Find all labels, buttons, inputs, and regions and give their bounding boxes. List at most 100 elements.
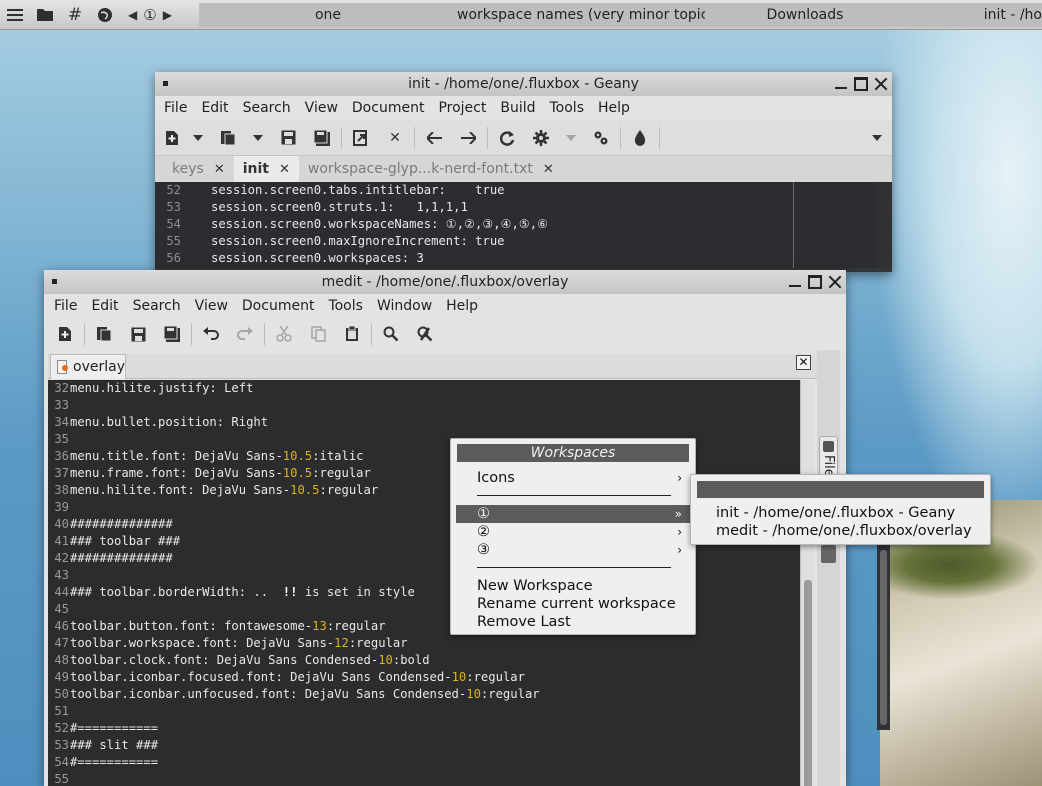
- open-file-icon[interactable]: [87, 319, 121, 349]
- current-workspace-label[interactable]: ①: [143, 6, 156, 24]
- menu-title: Workspaces: [457, 444, 689, 462]
- chevron-down-icon[interactable]: [862, 123, 892, 153]
- folder-icon[interactable]: [30, 0, 60, 30]
- tab-workspace-glyphs[interactable]: workspace-glyp...k-nerd-font.txt ✕: [299, 156, 563, 182]
- window-menu-icon[interactable]: [163, 81, 168, 86]
- close-icon[interactable]: ✕: [543, 162, 554, 177]
- vertical-scrollbar[interactable]: [800, 380, 814, 786]
- minimize-icon[interactable]: [788, 275, 802, 289]
- code-text: #===========: [70, 721, 159, 735]
- menu-help[interactable]: Help: [439, 294, 485, 318]
- menu-item-workspace-2[interactable]: ② ›: [456, 523, 690, 541]
- prev-workspace-icon[interactable]: ◀: [128, 8, 137, 22]
- taskbar-task[interactable]: Downloads: [705, 3, 905, 27]
- back-arrow-icon[interactable]: [417, 123, 451, 153]
- menu-edit[interactable]: Edit: [194, 96, 235, 120]
- code-text: :regular: [480, 687, 540, 701]
- menu-item-workspace-3[interactable]: ③ ›: [456, 541, 690, 559]
- window-title: medit - /home/one/.fluxbox/overlay: [321, 274, 569, 290]
- medit-body: overlay ✕ 32 menu.hilite.justify: Left 33 3…: [44, 350, 846, 786]
- open-file-icon[interactable]: [211, 123, 245, 153]
- new-file-icon[interactable]: [159, 123, 185, 153]
- menu-item-icons[interactable]: Icons ›: [456, 469, 690, 487]
- save-icon[interactable]: [121, 319, 155, 349]
- menu-project[interactable]: Project: [431, 96, 493, 120]
- menu-search[interactable]: Search: [236, 96, 298, 120]
- forward-arrow-icon[interactable]: [451, 123, 485, 153]
- save-as-icon[interactable]: [155, 319, 189, 349]
- submenu-item-window[interactable]: init - /home/one/.fluxbox - Geany: [716, 504, 955, 522]
- taskbar-task[interactable]: init - /ho: [905, 3, 1042, 27]
- menu-file[interactable]: File: [47, 294, 84, 318]
- taskbar-task[interactable]: one: [199, 3, 457, 27]
- close-icon[interactable]: ✕: [214, 162, 225, 177]
- taskbar-task[interactable]: workspace names (very minor topic) - P: [457, 3, 705, 27]
- code-text: session.screen0.workspaces: 3: [211, 251, 424, 265]
- tab-overlay[interactable]: overlay: [50, 354, 126, 379]
- geany-titlebar[interactable]: init - /home/one/.fluxbox - Geany: [155, 72, 892, 96]
- menu-tools[interactable]: Tools: [543, 96, 592, 120]
- scrollbar-thumb[interactable]: [804, 580, 812, 786]
- menu-edit[interactable]: Edit: [84, 294, 125, 318]
- code-text: ### toolbar ###: [70, 534, 181, 548]
- new-file-icon[interactable]: [48, 319, 82, 349]
- geany-editor[interactable]: 52 session.screen0.tabs.intitlebar: true 5…: [155, 182, 892, 268]
- maximize-icon[interactable]: [854, 77, 868, 91]
- line-number: 53: [54, 738, 69, 752]
- search-icon[interactable]: [374, 319, 408, 349]
- chevron-down-icon[interactable]: [245, 123, 271, 153]
- save-all-icon[interactable]: [305, 123, 339, 153]
- close-icon[interactable]: ✕: [279, 162, 290, 177]
- undo-icon[interactable]: [194, 319, 228, 349]
- number-token: 12: [334, 636, 349, 650]
- menu-item-workspace-1[interactable]: ① »: [456, 505, 690, 523]
- hashtag-icon[interactable]: #: [60, 0, 90, 30]
- vertical-scrollbar[interactable]: [877, 182, 892, 268]
- submenu-item-window[interactable]: medit - /home/one/.fluxbox/overlay: [716, 522, 972, 540]
- close-icon[interactable]: [828, 275, 842, 289]
- revert-icon[interactable]: [344, 123, 378, 153]
- tab-init[interactable]: init ✕: [233, 156, 299, 182]
- menu-file[interactable]: File: [157, 96, 194, 120]
- next-workspace-icon[interactable]: ▶: [163, 8, 172, 22]
- build-gear-icon[interactable]: [524, 123, 558, 153]
- minimize-icon[interactable]: [834, 77, 848, 91]
- run-gears-icon[interactable]: [584, 123, 618, 153]
- menu-window[interactable]: Window: [370, 294, 439, 318]
- maximize-icon[interactable]: [808, 275, 822, 289]
- close-icon[interactable]: [874, 77, 888, 91]
- menu-item-rename-workspace[interactable]: Rename current workspace: [456, 595, 690, 613]
- menu-document[interactable]: Document: [345, 96, 432, 120]
- chevron-down-icon[interactable]: [185, 123, 211, 153]
- medit-titlebar[interactable]: medit - /home/one/.fluxbox/overlay: [44, 270, 846, 294]
- menu-tools[interactable]: Tools: [321, 294, 370, 318]
- close-document-button[interactable]: ✕: [796, 355, 811, 370]
- menu-view[interactable]: View: [188, 294, 235, 318]
- menu-item-remove-last[interactable]: Remove Last: [456, 613, 690, 631]
- line-number: 56: [166, 251, 181, 265]
- menu-view[interactable]: View: [298, 96, 345, 120]
- menu-help[interactable]: Help: [591, 96, 637, 120]
- menu-document[interactable]: Document: [235, 294, 322, 318]
- menu-search[interactable]: Search: [126, 294, 188, 318]
- code-line: 53 ### slit ###: [48, 737, 800, 754]
- line-number: 55: [166, 234, 181, 248]
- window-controls: [834, 72, 888, 96]
- globe-icon[interactable]: [90, 0, 120, 30]
- line-number: 36: [54, 449, 69, 463]
- window-menu-icon[interactable]: [52, 279, 57, 284]
- save-icon[interactable]: [271, 123, 305, 153]
- close-file-icon[interactable]: ✕: [378, 123, 412, 153]
- menu-item-new-workspace[interactable]: New Workspace: [456, 577, 690, 595]
- preferences-tools-icon[interactable]: [408, 319, 442, 349]
- reload-icon[interactable]: [490, 123, 524, 153]
- paste-icon[interactable]: [335, 319, 369, 349]
- menu-build[interactable]: Build: [493, 96, 542, 120]
- hamburger-menu-icon[interactable]: [0, 0, 30, 30]
- panel-icon[interactable]: [821, 545, 836, 563]
- tab-label: overlay: [73, 359, 125, 375]
- color-chooser-icon[interactable]: [623, 123, 657, 153]
- code-text: ##############: [70, 551, 173, 565]
- toolbar-separator: [371, 323, 372, 345]
- tab-keys[interactable]: keys ✕: [163, 156, 234, 182]
